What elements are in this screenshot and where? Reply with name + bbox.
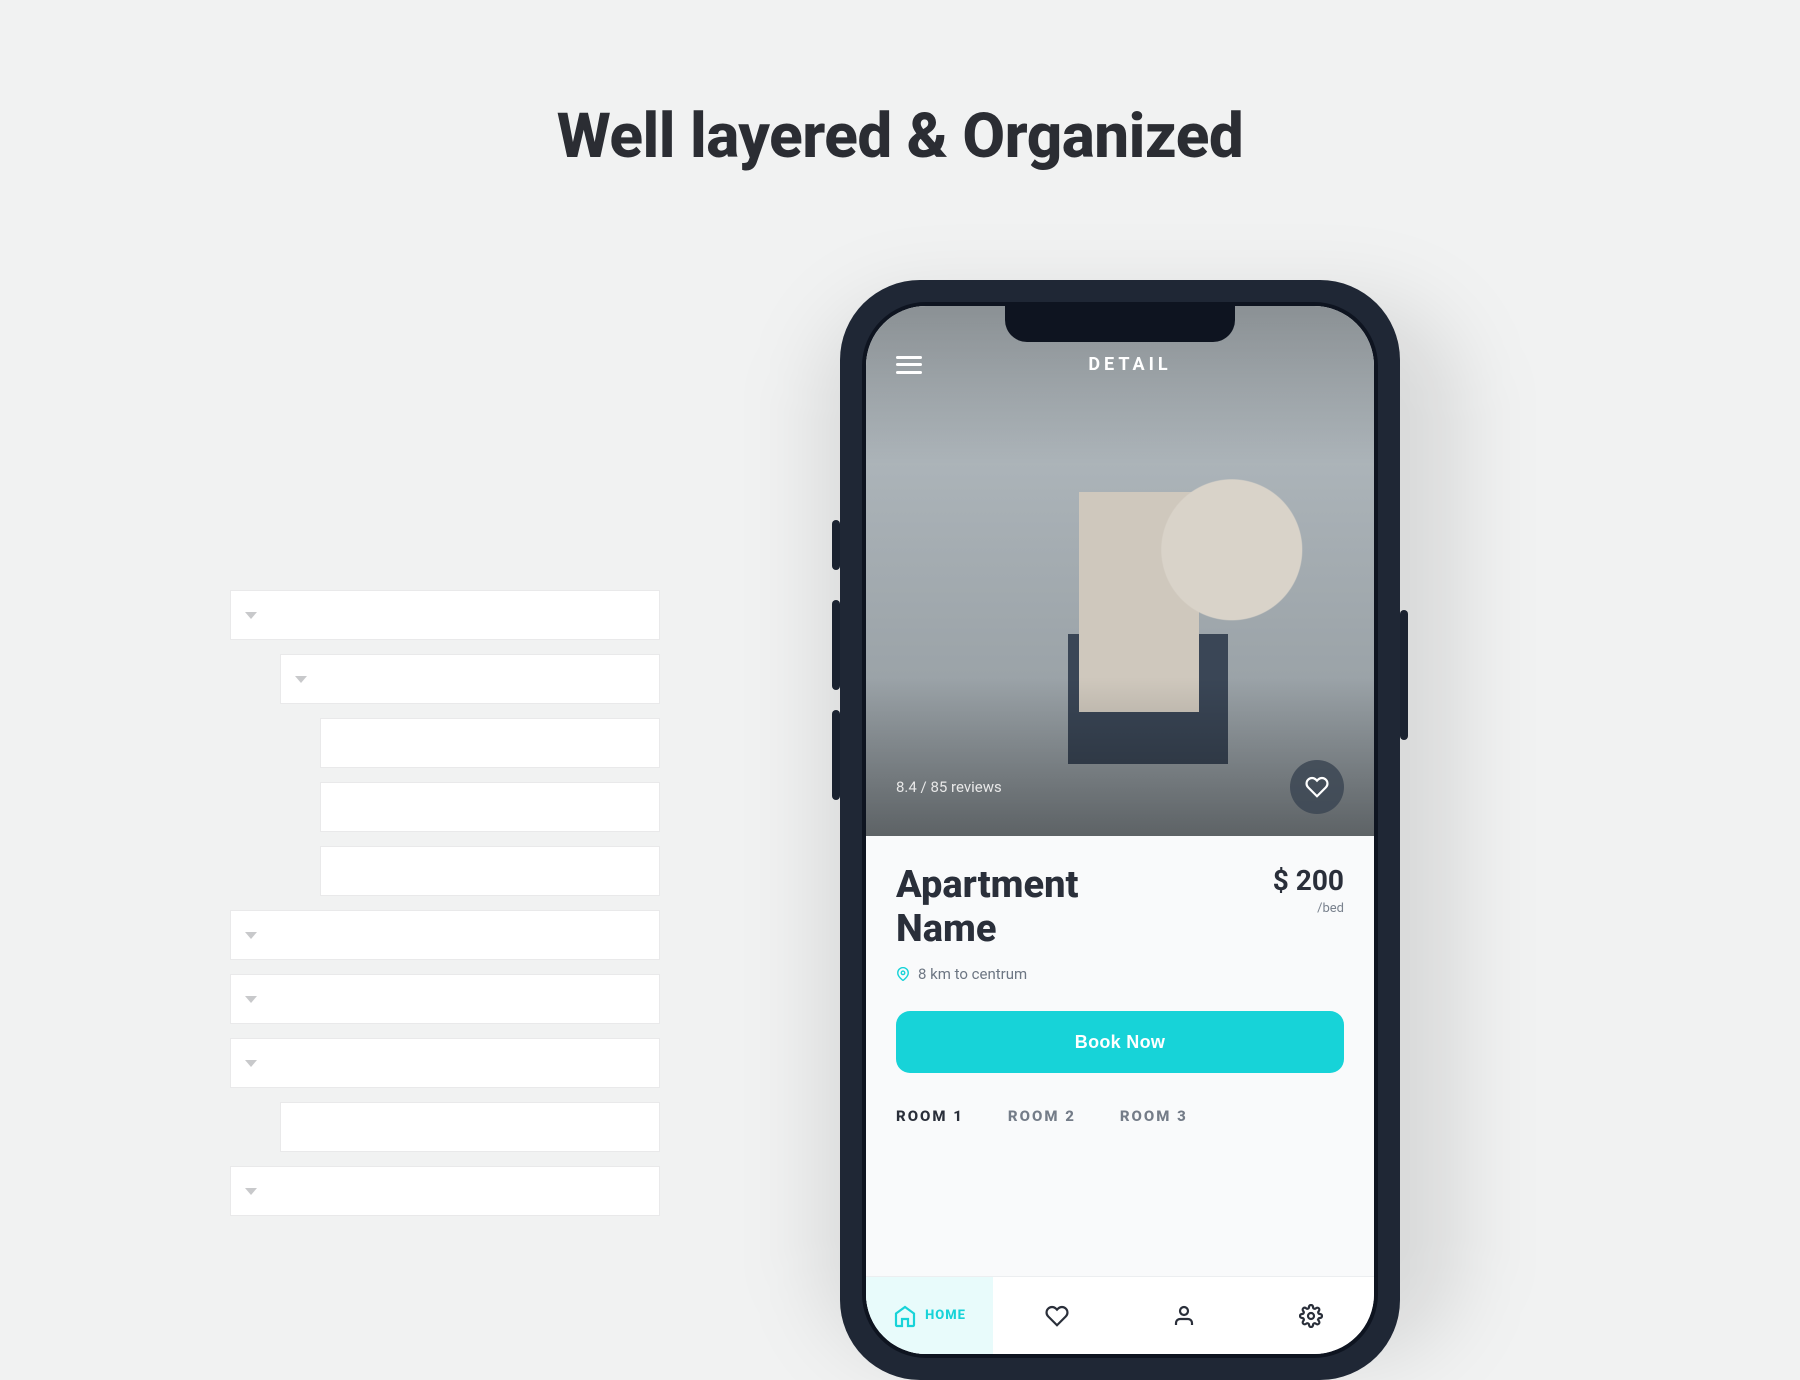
chevron-down-icon <box>245 1060 257 1067</box>
app-screen: DETAIL 8.4 / 85 reviews Apartment Name $… <box>866 306 1374 1354</box>
favorite-button[interactable] <box>1290 760 1344 814</box>
heart-icon <box>1305 775 1329 799</box>
room-tab[interactable]: ROOM 3 <box>1120 1107 1188 1125</box>
bottom-nav: HOME <box>866 1276 1374 1354</box>
user-icon <box>1172 1304 1196 1328</box>
room-tab[interactable]: ROOM 2 <box>1008 1107 1076 1125</box>
listing-hero-image: DETAIL 8.4 / 85 reviews <box>866 306 1374 836</box>
layer-row[interactable] <box>230 1038 660 1088</box>
chevron-down-icon <box>245 612 257 619</box>
layer-row[interactable] <box>280 654 660 704</box>
listing-name: Apartment Name <box>896 864 1176 951</box>
layer-row[interactable] <box>320 782 660 832</box>
phone-side-button <box>832 710 840 800</box>
listing-info-card: Apartment Name $ 200 /bed 8 km to centru… <box>866 836 1374 1276</box>
heart-icon <box>1045 1304 1069 1328</box>
book-now-button[interactable]: Book Now <box>896 1011 1344 1073</box>
nav-settings[interactable] <box>1247 1277 1374 1354</box>
distance-row: 8 km to centrum <box>896 965 1344 983</box>
nav-user[interactable] <box>1120 1277 1247 1354</box>
settings-icon <box>1299 1304 1323 1328</box>
app-topbar: DETAIL <box>866 354 1374 375</box>
phone-bezel: DETAIL 8.4 / 85 reviews Apartment Name $… <box>862 302 1378 1358</box>
location-pin-icon <box>896 967 910 981</box>
layer-row[interactable] <box>230 974 660 1024</box>
rating-text: 8.4 / 85 reviews <box>896 778 1002 796</box>
hero-heading: Well layered & Organized <box>0 100 1800 173</box>
nav-label: HOME <box>925 1308 966 1323</box>
phone-notch <box>1005 302 1235 342</box>
nav-home[interactable]: HOME <box>866 1277 993 1354</box>
layer-row[interactable] <box>230 590 660 640</box>
phone-frame: DETAIL 8.4 / 85 reviews Apartment Name $… <box>840 280 1400 1380</box>
layer-panel <box>230 590 660 1230</box>
phone-side-button <box>832 600 840 690</box>
phone-side-button <box>1400 610 1408 740</box>
distance-text: 8 km to centrum <box>918 965 1027 983</box>
rating-row: 8.4 / 85 reviews <box>896 760 1344 814</box>
phone-side-button <box>832 520 840 570</box>
chevron-down-icon <box>245 932 257 939</box>
layer-row[interactable] <box>230 1166 660 1216</box>
home-icon <box>893 1304 917 1328</box>
room-tab[interactable]: ROOM 1 <box>896 1107 964 1125</box>
nav-heart[interactable] <box>993 1277 1120 1354</box>
layer-row[interactable] <box>280 1102 660 1152</box>
chevron-down-icon <box>295 676 307 683</box>
listing-price: $ 200 <box>1273 864 1344 897</box>
layer-row[interactable] <box>230 910 660 960</box>
layer-row[interactable] <box>320 718 660 768</box>
listing-price-unit: /bed <box>1273 901 1344 916</box>
screen-title: DETAIL <box>916 354 1344 375</box>
chevron-down-icon <box>245 1188 257 1195</box>
rooms-tabs: ROOM 1 ROOM 2 ROOM 3 <box>896 1107 1344 1135</box>
layer-row[interactable] <box>320 846 660 896</box>
chevron-down-icon <box>245 996 257 1003</box>
hero-gradient-overlay <box>866 306 1374 836</box>
price-box: $ 200 /bed <box>1273 864 1344 916</box>
